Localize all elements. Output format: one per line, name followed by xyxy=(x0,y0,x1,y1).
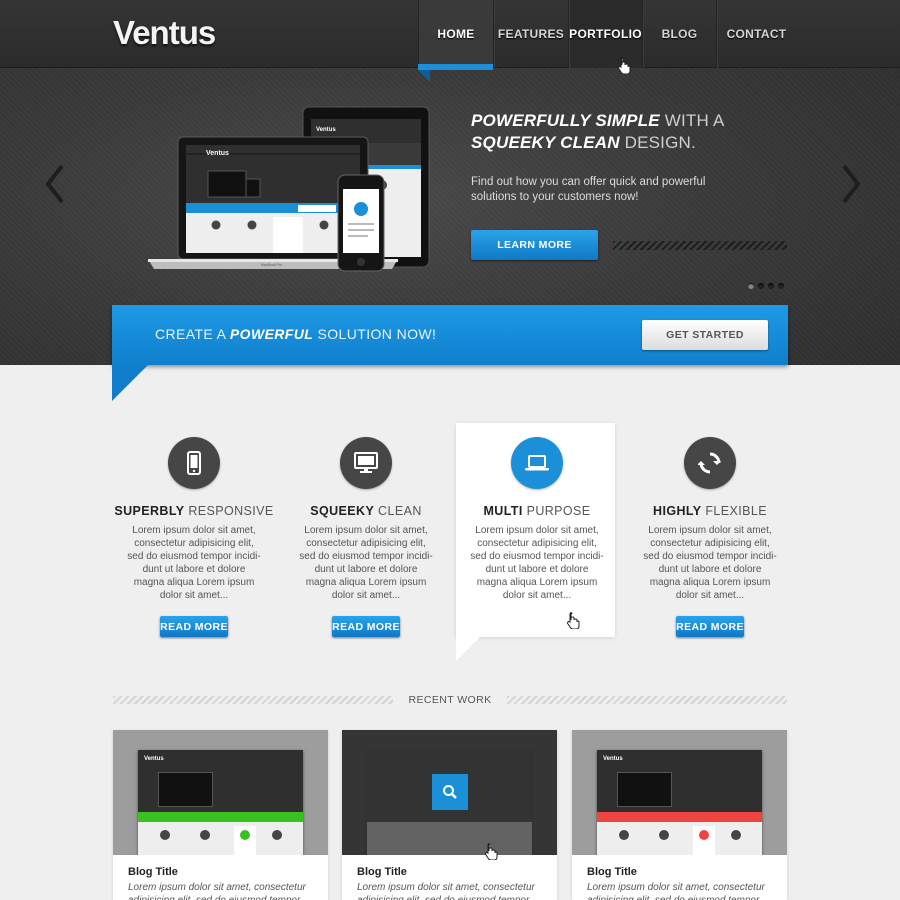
work-title[interactable]: Blog Title xyxy=(128,866,178,878)
mini-site-preview: Ventus xyxy=(138,750,303,855)
work-excerpt: Lorem ipsum dolor sit amet, consectetur … xyxy=(128,882,306,900)
feature-responsive: SUPERBLY RESPONSIVE Lorem ipsum dolor si… xyxy=(114,437,274,637)
recent-work-card[interactable]: Ventus Blog Title Lorem ipsum dolor sit … xyxy=(572,730,787,900)
feature-title-rest: RESPONSIVE xyxy=(184,504,274,518)
preview-logo: Ventus xyxy=(144,756,164,762)
cta-text-bold: POWERFUL xyxy=(229,326,314,342)
nav-indicator-fold xyxy=(418,70,430,82)
feature-title: MULTI PURPOSE xyxy=(457,504,617,518)
feature-title-rest: FLEXIBLE xyxy=(701,504,767,518)
site-logo[interactable]: Ventus xyxy=(113,14,216,52)
get-started-button[interactable]: GET STARTED xyxy=(642,320,768,350)
work-excerpt: Lorem ipsum dolor sit amet, consectetur … xyxy=(357,882,535,900)
hand-cursor-icon xyxy=(567,612,580,629)
feature-title-bold: MULTI xyxy=(483,504,523,518)
slider-prev-icon[interactable] xyxy=(40,162,70,206)
laptop-icon xyxy=(511,437,563,489)
slide-dot[interactable] xyxy=(748,283,754,289)
hero-title-line1-bold: POWERFULLY SIMPLE xyxy=(471,111,660,130)
section-divider xyxy=(113,696,393,704)
hero-description: Find out how you can offer quick and pow… xyxy=(471,176,706,203)
recent-work-heading: RECENT WORK xyxy=(408,694,492,706)
cta-text-pre: CREATE A xyxy=(155,326,230,342)
decorative-hatch xyxy=(613,241,787,250)
monitor-icon xyxy=(340,437,392,489)
feature-text: Lorem ipsum dolor sit amet, consectetur … xyxy=(299,525,433,601)
cta-banner-fold xyxy=(112,365,148,401)
smartphone-icon xyxy=(168,437,220,489)
recent-work-card[interactable]: Blog Title Lorem ipsum dolor sit amet, c… xyxy=(342,730,557,900)
feature-title: SQUEEKY CLEAN xyxy=(286,504,446,518)
feature-title-rest: PURPOSE xyxy=(522,504,591,518)
read-more-button[interactable]: READ MORE xyxy=(676,616,744,637)
work-thumbnail[interactable]: Ventus xyxy=(113,730,328,855)
hero-title-line1-rest: WITH A xyxy=(659,111,725,130)
slide-dot[interactable] xyxy=(778,283,784,289)
feature-flexible: HIGHLY FLEXIBLE Lorem ipsum dolor sit am… xyxy=(630,437,790,637)
feature-text: Lorem ipsum dolor sit amet, consectetur … xyxy=(470,525,604,601)
hand-cursor-icon xyxy=(485,843,498,860)
work-title[interactable]: Blog Title xyxy=(587,866,637,878)
mini-site-preview: Ventus xyxy=(597,750,762,855)
learn-more-button[interactable]: LEARN MORE xyxy=(471,230,598,260)
recent-work-card[interactable]: Ventus Blog Title Lorem ipsum dolor sit … xyxy=(113,730,328,900)
laptop-model-label: MacBook Pro xyxy=(261,263,282,267)
search-icon[interactable] xyxy=(432,774,468,810)
nav-features[interactable]: FEATURES xyxy=(493,0,568,68)
hero-title-line2-bold: SQUEEKY CLEAN xyxy=(471,133,620,152)
device-mockup-image: Ventus Ventus MacBook Pro xyxy=(148,106,430,272)
nav-blog[interactable]: BLOG xyxy=(642,0,716,68)
feature-clean: SQUEEKY CLEAN Lorem ipsum dolor sit amet… xyxy=(286,437,446,637)
feature-title: SUPERBLY RESPONSIVE xyxy=(114,504,274,518)
preview-logo: Ventus xyxy=(603,756,623,762)
nav-contact[interactable]: CONTACT xyxy=(716,0,796,68)
slide-dot[interactable] xyxy=(768,283,774,289)
feature-multipurpose: MULTI PURPOSE Lorem ipsum dolor sit amet… xyxy=(457,437,617,602)
hero-title-line2-rest: DESIGN. xyxy=(619,133,696,152)
read-more-button[interactable]: READ MORE xyxy=(332,616,400,637)
feature-text: Lorem ipsum dolor sit amet, consectetur … xyxy=(643,525,777,601)
feature-title: HIGHLY FLEXIBLE xyxy=(630,504,790,518)
main-nav: HOME FEATURES PORTFOLIO BLOG CONTACT xyxy=(418,0,796,68)
cta-text: CREATE A POWERFUL SOLUTION NOW! xyxy=(155,326,436,342)
work-thumbnail[interactable]: Ventus xyxy=(572,730,787,855)
nav-home[interactable]: HOME xyxy=(418,0,493,68)
slide-dot[interactable] xyxy=(758,283,764,289)
hand-cursor-icon xyxy=(618,57,631,74)
refresh-icon xyxy=(684,437,736,489)
work-excerpt: Lorem ipsum dolor sit amet, consectetur … xyxy=(587,882,765,900)
feature-text: Lorem ipsum dolor sit amet, consectetur … xyxy=(127,525,261,601)
feature-title-rest: CLEAN xyxy=(374,504,422,518)
feature-title-bold: HIGHLY xyxy=(653,504,702,518)
work-thumbnail[interactable] xyxy=(342,730,557,855)
feature-title-bold: SQUEEKY xyxy=(310,504,375,518)
slider-pagination xyxy=(748,283,784,289)
section-divider xyxy=(507,696,787,704)
tablet-logo: Ventus xyxy=(316,127,336,133)
feature-title-bold: SUPERBLY xyxy=(114,504,185,518)
cta-text-post: SOLUTION NOW! xyxy=(313,326,437,342)
hero-title: POWERFULLY SIMPLE WITH A SQUEEKY CLEAN D… xyxy=(471,110,771,154)
read-more-button[interactable]: READ MORE xyxy=(160,616,228,637)
slider-next-icon[interactable] xyxy=(836,162,866,206)
laptop-logo: Ventus xyxy=(206,150,229,157)
work-title[interactable]: Blog Title xyxy=(357,866,407,878)
feature-card-fold xyxy=(456,637,480,661)
